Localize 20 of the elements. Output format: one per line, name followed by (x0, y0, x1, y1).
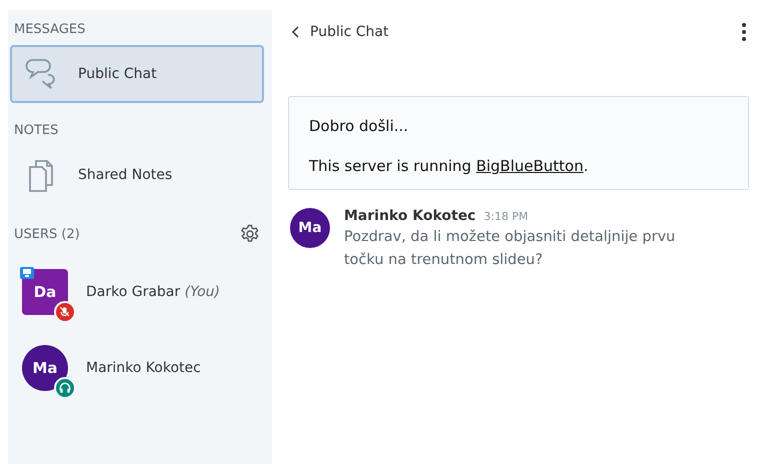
user-name[interactable]: Marinko Kokotec (86, 360, 201, 376)
link[interactable]: BigBlueButton (476, 157, 584, 175)
section-heading: USERS (2) (13, 226, 81, 242)
back-button[interactable]: Public Chat (288, 24, 393, 40)
section-heading: MESSAGES (13, 22, 86, 37)
user-avatar: Ma (290, 208, 330, 248)
presenter-icon (20, 267, 34, 279)
user-name[interactable]: Darko Grabar (You) (86, 284, 220, 300)
timestamp: 3:18 PM (484, 210, 528, 223)
section-heading: NOTES (13, 123, 60, 138)
message-text: Pozdrav, da li možete objasniti detaljnije prvu točku na trenutnom slideu? (344, 228, 676, 270)
sidebar-item[interactable]: Public Chat (10, 45, 264, 103)
author-name: Marinko Kokotec (344, 208, 476, 224)
more-options-icon[interactable] (739, 21, 749, 43)
sidebar-item[interactable]: Shared Notes (10, 146, 264, 204)
user-avatar[interactable]: Ma (22, 345, 68, 391)
chevron-left-icon (292, 26, 300, 38)
welcome-text: This server is running BigBlueButton. (309, 157, 590, 175)
welcome-heading: Dobro došli... (309, 117, 410, 135)
settings-icon[interactable] (240, 224, 260, 244)
